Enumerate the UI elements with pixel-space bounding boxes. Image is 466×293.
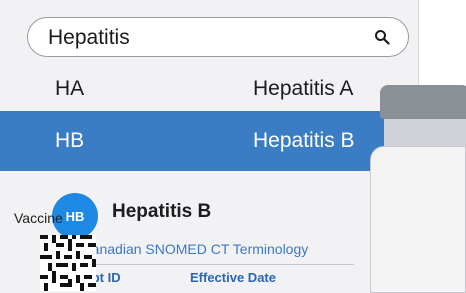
- vaccine-bottle-illustration: [370, 0, 466, 293]
- result-row-hepatitis-a[interactable]: HA Hepatitis A: [0, 59, 418, 119]
- search-input[interactable]: Hepatitis: [48, 26, 130, 50]
- detail-title: Hepatitis B: [112, 201, 212, 222]
- search-bar[interactable]: Hepatitis: [27, 17, 409, 57]
- effective-date-label: Effective Date: [190, 270, 276, 285]
- bottle-cap: [380, 85, 466, 119]
- result-row-hepatitis-b[interactable]: HB Hepatitis B: [0, 111, 418, 171]
- result-name: Hepatitis A: [253, 77, 354, 100]
- bottle-body: [370, 146, 466, 293]
- result-code: HB: [55, 129, 85, 152]
- barcode-icon: [40, 235, 96, 291]
- divider: [52, 264, 354, 265]
- vaccine-label: Vaccine: [14, 210, 63, 226]
- result-name: Hepatitis B: [253, 129, 355, 152]
- result-code: HA: [55, 77, 85, 100]
